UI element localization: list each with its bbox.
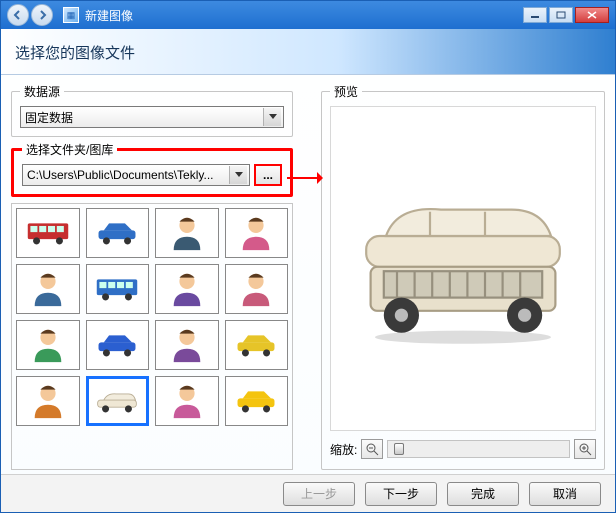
thumbnail-car-blue[interactable] xyxy=(86,208,150,258)
folder-legend: 选择文件夹/图库 xyxy=(22,141,117,158)
browse-label: ... xyxy=(263,168,273,182)
zoom-slider[interactable] xyxy=(387,440,570,458)
left-column: 数据源 固定数据 选择文件夹/图库 C:\Users\Public\Docume… xyxy=(11,83,293,470)
folder-row: C:\Users\Public\Documents\Tekly... ... xyxy=(22,164,282,186)
close-button[interactable] xyxy=(575,7,609,23)
page-heading: 选择您的图像文件 xyxy=(1,29,615,75)
preview-legend: 预览 xyxy=(330,83,362,100)
chevron-down-icon xyxy=(229,166,247,184)
window-title: 新建图像 xyxy=(85,7,523,24)
nav-forward-button[interactable] xyxy=(31,4,53,26)
dialog-body: 选择您的图像文件 数据源 固定数据 选择文件夹/图库 xyxy=(1,29,615,512)
window-controls xyxy=(523,7,609,23)
preview-group: 预览 xyxy=(321,83,605,470)
zoom-in-button[interactable] xyxy=(574,439,596,459)
thumbnail-man-purple[interactable] xyxy=(155,320,219,370)
folder-path-value: C:\Users\Public\Documents\Tekly... xyxy=(27,168,214,182)
folder-group: 选择文件夹/图库 C:\Users\Public\Documents\Tekly… xyxy=(11,141,293,197)
browse-button[interactable]: ... xyxy=(254,164,282,186)
finish-button[interactable]: 完成 xyxy=(447,482,519,506)
titlebar: ▦ 新建图像 xyxy=(1,1,615,29)
content-area: 数据源 固定数据 选择文件夹/图库 C:\Users\Public\Docume… xyxy=(1,75,615,474)
thumbnail-man-orange[interactable] xyxy=(16,376,80,426)
thumbnail-panel[interactable] xyxy=(11,203,293,470)
dialog-window: ▦ 新建图像 选择您的图像文件 数据源 固定数据 xyxy=(0,0,616,513)
thumbnail-car-convertible[interactable] xyxy=(86,376,150,426)
app-icon: ▦ xyxy=(63,7,79,23)
thumbnail-woman2[interactable] xyxy=(225,264,289,314)
folder-path-combo[interactable]: C:\Users\Public\Documents\Tekly... xyxy=(22,164,250,186)
thumbnail-car-small-blue[interactable] xyxy=(86,320,150,370)
preview-image xyxy=(330,106,596,431)
thumbnail-man-glasses[interactable] xyxy=(155,264,219,314)
next-button[interactable]: 下一步 xyxy=(365,482,437,506)
thumbnail-grid xyxy=(16,208,288,426)
maximize-button[interactable] xyxy=(549,7,573,23)
prev-button[interactable]: 上一步 xyxy=(283,482,355,506)
thumbnail-bus-blue[interactable] xyxy=(86,264,150,314)
thumbnail-bus-red[interactable] xyxy=(16,208,80,258)
right-column: 预览 xyxy=(321,83,605,470)
nav-back-button[interactable] xyxy=(7,4,29,26)
wizard-footer: 上一步 下一步 完成 取消 xyxy=(1,474,615,512)
thumbnail-man-green[interactable] xyxy=(16,320,80,370)
thumbnail-man-suit[interactable] xyxy=(155,208,219,258)
datasource-value: 固定数据 xyxy=(25,109,73,126)
chevron-down-icon xyxy=(263,108,281,126)
thumbnail-man2[interactable] xyxy=(16,264,80,314)
datasource-group: 数据源 固定数据 xyxy=(11,83,293,137)
minimize-button[interactable] xyxy=(523,7,547,23)
thumbnail-woman3[interactable] xyxy=(155,376,219,426)
zoom-label: 缩放: xyxy=(330,441,357,458)
slider-thumb[interactable] xyxy=(394,443,404,455)
zoom-out-button[interactable] xyxy=(361,439,383,459)
cancel-button[interactable]: 取消 xyxy=(529,482,601,506)
thumbnail-woman[interactable] xyxy=(225,208,289,258)
datasource-legend: 数据源 xyxy=(20,83,64,100)
datasource-combo[interactable]: 固定数据 xyxy=(20,106,284,128)
zoom-controls: 缩放: xyxy=(330,437,596,461)
thumbnail-jeep-yellow[interactable] xyxy=(225,320,289,370)
thumbnail-car-sport-yellow[interactable] xyxy=(225,376,289,426)
